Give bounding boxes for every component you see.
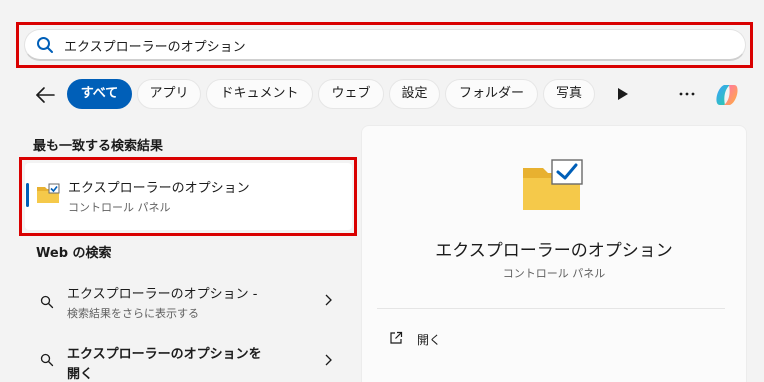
divider bbox=[377, 308, 725, 309]
selection-accent-bar bbox=[26, 183, 29, 207]
play-icon[interactable] bbox=[617, 87, 629, 101]
filter-chip-web[interactable]: ウェブ bbox=[318, 79, 384, 109]
copilot-icon[interactable] bbox=[711, 79, 743, 111]
best-match-heading: 最も一致する検索結果 bbox=[33, 139, 164, 154]
detail-title: エクスプローラーのオプション bbox=[435, 241, 673, 261]
folder-options-large-icon bbox=[523, 159, 583, 210]
search-icon bbox=[40, 295, 54, 309]
back-arrow-icon[interactable] bbox=[34, 84, 56, 106]
filter-chip-documents[interactable]: ドキュメント bbox=[206, 79, 313, 109]
filter-chip-apps[interactable]: アプリ bbox=[137, 79, 201, 109]
web-result-title: エクスプローラーのオプション - bbox=[67, 287, 258, 302]
more-icon[interactable] bbox=[677, 89, 697, 99]
filter-chip-settings[interactable]: 設定 bbox=[389, 79, 440, 109]
best-match-subtitle: コントロール パネル bbox=[68, 201, 171, 214]
web-result-subtitle: 検索結果をさらに表示する bbox=[67, 307, 199, 320]
web-search-heading: Web の検索 bbox=[36, 246, 112, 261]
search-icon bbox=[40, 353, 54, 367]
open-action-label: 開く bbox=[417, 333, 442, 347]
search-icon bbox=[37, 37, 53, 53]
folder-options-icon bbox=[37, 183, 60, 203]
filter-chip-all[interactable]: すべて bbox=[67, 79, 132, 109]
web-result-title-line2: 開く bbox=[67, 367, 94, 382]
filter-chip-folders[interactable]: フォルダー bbox=[445, 79, 538, 109]
chevron-right-icon[interactable] bbox=[324, 354, 332, 366]
chevron-right-icon[interactable] bbox=[324, 294, 332, 306]
best-match-title: エクスプローラーのオプション bbox=[68, 181, 250, 196]
filter-chip-photos[interactable]: 写真 bbox=[543, 79, 595, 109]
web-result-title: エクスプローラーのオプションを bbox=[67, 347, 262, 362]
open-external-icon bbox=[390, 331, 403, 344]
detail-subtitle: コントロール パネル bbox=[502, 267, 606, 280]
search-input[interactable] bbox=[64, 33, 664, 57]
best-match-item[interactable] bbox=[25, 163, 352, 230]
